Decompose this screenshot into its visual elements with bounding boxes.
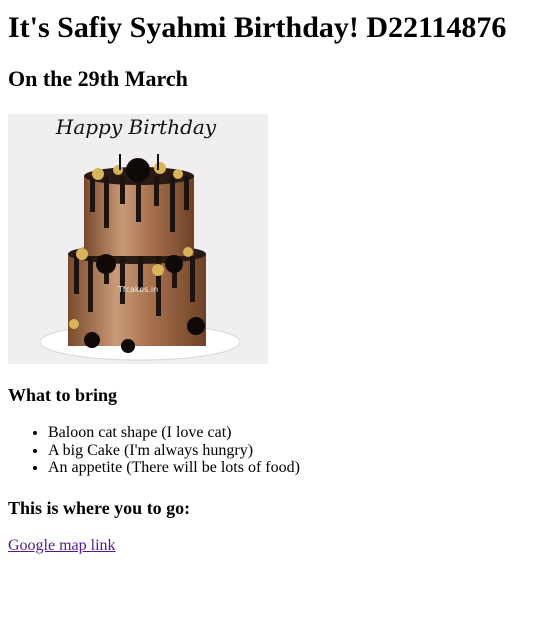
page-content: It's Safiy Syahmi Birthday! D22114876 On… — [0, 12, 553, 555]
location-paragraph: Google map link — [8, 537, 545, 555]
location-title: This is where you to go: — [8, 497, 191, 518]
birthday-cake-image: Happy Birthday Tfcakes.in — [8, 114, 268, 364]
watermark-text: Tfcakes.in — [117, 285, 158, 294]
page-title: It's Safiy Syahmi Birthday! D22114876 — [8, 11, 507, 44]
bring-title: What to bring — [8, 385, 118, 405]
list-item: A big Cake (I'm always hungry) — [48, 442, 545, 460]
list-item: Baloon cat shape (I love cat) — [48, 424, 545, 442]
google-map-link[interactable]: Google map link — [8, 537, 116, 554]
list-item: An appetite (There will be lots of food) — [48, 459, 545, 477]
topper-text: Happy Birthday — [55, 115, 217, 139]
bring-list: Baloon cat shape (I love cat) A big Cake… — [8, 424, 545, 477]
birthday-date: On the 29th March — [8, 66, 188, 91]
